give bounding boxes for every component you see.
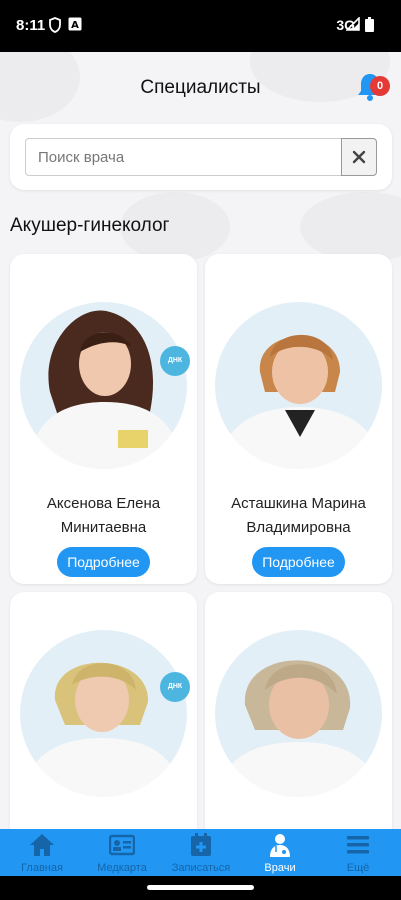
doctor-photo (20, 302, 187, 469)
home-gesture-bar[interactable] (147, 885, 254, 890)
doctor-name: Асташкина Марина Владимировна (231, 495, 366, 536)
specialty-heading: Акушер-гинеколог (10, 215, 170, 236)
doctor-card[interactable]: ДНК Аксенова Елена Минитаевна Подробнее (10, 254, 197, 584)
status-time: 8:11 (16, 17, 46, 34)
doctor-icon (270, 834, 290, 857)
doctor-card[interactable]: ДНК (10, 592, 197, 829)
id-card-icon (109, 834, 135, 856)
calendar-plus-icon (191, 833, 211, 856)
page-title: Специалисты (140, 77, 261, 98)
background-shape (300, 192, 401, 262)
clear-search-button[interactable] (341, 138, 377, 176)
doctor-card[interactable]: Асташкина Марина Владимировна Подробнее (205, 254, 392, 584)
dnk-badge: ДНК (160, 346, 190, 376)
nav-medcard[interactable]: Медкарта (82, 829, 162, 876)
doctor-name: Аксенова Елена Минитаевна (46, 495, 161, 536)
nav-appointment[interactable]: Записаться (161, 829, 241, 876)
svg-text:A: A (71, 20, 79, 31)
signal-icon (345, 16, 360, 36)
nav-more[interactable]: Ещё (318, 829, 398, 876)
doctor-card[interactable] (205, 592, 392, 829)
app-content: Специалисты 0 Акушер-гинеколог ДНК (0, 52, 401, 829)
doctor-photo (215, 630, 382, 797)
notifications-button[interactable]: 0 (356, 70, 396, 104)
nav-doctors[interactable]: Врачи (240, 829, 320, 876)
nav-home[interactable]: Главная (2, 829, 82, 876)
doctor-photo (215, 302, 382, 469)
system-gesture-area (0, 876, 401, 900)
a-box-icon: A (68, 17, 82, 36)
search-input[interactable] (25, 138, 342, 176)
home-icon (30, 834, 54, 856)
status-bar: 8:11 A 3G (0, 0, 401, 52)
notification-badge: 0 (370, 76, 390, 96)
battery-icon (365, 17, 374, 37)
bottom-navigation: Главная Медкарта Записаться Врачи Ещё (0, 829, 401, 876)
details-button[interactable]: Подробнее (57, 547, 150, 577)
search-card (10, 124, 392, 190)
menu-icon (347, 836, 369, 854)
shield-icon (49, 17, 61, 38)
details-button[interactable]: Подробнее (252, 547, 345, 577)
doctor-photo (20, 630, 187, 797)
close-icon (352, 150, 366, 164)
dnk-badge: ДНК (160, 672, 190, 702)
